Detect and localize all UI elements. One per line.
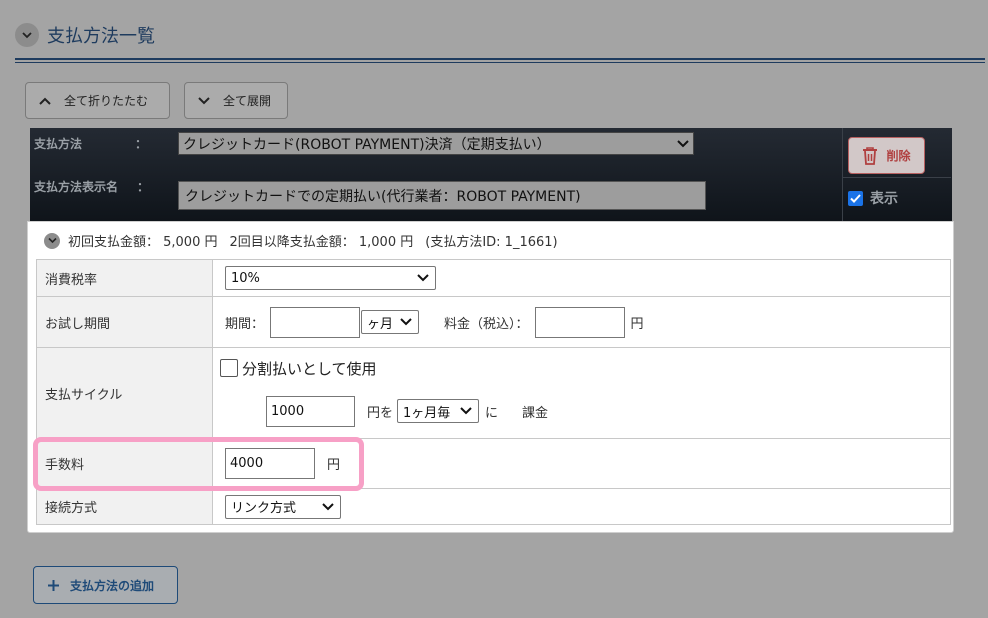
trash-icon bbox=[863, 146, 878, 165]
fee-input[interactable]: 4000 bbox=[225, 448, 315, 479]
fee-label: 手数料 bbox=[36, 438, 213, 489]
cycle-cell: 分割払いとして使用 1000 円を 1ヶ月毎 に 課金 bbox=[212, 347, 951, 439]
tax-label: 消費税率 bbox=[36, 259, 213, 297]
table-row: 消費税率 10% bbox=[36, 259, 951, 297]
expand-all-button[interactable]: 全て展開 bbox=[184, 82, 288, 119]
trial-period-input[interactable] bbox=[270, 306, 361, 338]
payment-method-detail: 初回支払金額： 5,000 円 2回目以降支払金額： 1,000 円 (支払方法… bbox=[27, 221, 954, 533]
payment-method-select-value: クレジットカード(ROBOT PAYMENT)決済（定期支払い） bbox=[183, 136, 551, 153]
divider bbox=[843, 177, 951, 178]
cycle-interval-select[interactable]: 1ヶ月毎 bbox=[397, 399, 480, 423]
collapse-all-button[interactable]: 全て折りたたむ bbox=[25, 82, 170, 119]
chevron-down-icon bbox=[417, 274, 429, 282]
trial-unit-value: ヶ月 bbox=[367, 316, 394, 332]
cycle-label: 支払サイクル bbox=[36, 347, 213, 439]
connection-cell: リンク方式 bbox=[212, 488, 951, 525]
cycle-ni-label: に bbox=[485, 405, 499, 421]
cycle-yen-label: 円を bbox=[367, 405, 394, 421]
table-row: お試し期間 期間： ヶ月 料金（税込）： 円 bbox=[36, 296, 951, 348]
trial-yen-label: 円 bbox=[630, 316, 644, 332]
divider bbox=[15, 62, 985, 63]
tax-cell: 10% bbox=[212, 259, 951, 297]
chevron-down-icon bbox=[677, 139, 689, 147]
summary-line: 初回支払金額： 5,000 円 2回目以降支払金額： 1,000 円 (支払方法… bbox=[44, 231, 558, 250]
collapse-detail-button[interactable] bbox=[44, 232, 60, 249]
table-row: 接続方式 リンク方式 bbox=[36, 488, 951, 525]
cycle-amount-value: 1000 bbox=[271, 403, 305, 419]
fee-cell: 4000 円 bbox=[212, 438, 951, 489]
installment-label: 分割払いとして使用 bbox=[242, 359, 377, 378]
show-checkbox[interactable]: 表示 bbox=[848, 188, 898, 208]
trial-label: お試し期間 bbox=[36, 296, 213, 348]
expand-all-label: 全て展開 bbox=[223, 94, 272, 108]
trial-unit-select[interactable]: ヶ月 bbox=[361, 310, 420, 334]
method-label: 支払方法 bbox=[34, 137, 83, 151]
checkbox-checked-icon bbox=[848, 190, 863, 206]
display-name-input[interactable]: クレジットカードでの定期払い(代行業者：ROBOT PAYMENT) bbox=[178, 181, 706, 210]
show-label: 表示 bbox=[870, 191, 898, 207]
trial-fee-input[interactable] bbox=[534, 306, 625, 338]
table-row: 手数料 4000 円 bbox=[36, 438, 951, 489]
second-amount: 2回目以降支払金額： 1,000 円 bbox=[229, 235, 414, 250]
table-row: 支払サイクル 分割払いとして使用 1000 円を 1ヶ月毎 に 課金 bbox=[36, 347, 951, 439]
delete-button[interactable]: 削除 bbox=[848, 137, 925, 174]
chevron-up-icon bbox=[39, 97, 51, 105]
delete-label: 削除 bbox=[886, 149, 911, 163]
chevron-down-icon bbox=[198, 96, 210, 104]
chevron-down-icon bbox=[460, 407, 472, 415]
cycle-interval-value: 1ヶ月毎 bbox=[403, 405, 451, 421]
display-name-colon: ： bbox=[137, 180, 150, 194]
payment-method-select[interactable]: クレジットカード(ROBOT PAYMENT)決済（定期支払い） bbox=[178, 132, 694, 155]
installment-checkbox[interactable] bbox=[220, 359, 238, 377]
method-colon: ： bbox=[135, 137, 148, 151]
chevron-down-icon bbox=[322, 502, 334, 510]
section-title: 支払方法一覧 bbox=[47, 26, 155, 47]
collapse-all-label: 全て折りたたむ bbox=[64, 94, 149, 108]
cycle-charge-label: 課金 bbox=[522, 405, 549, 421]
connection-label: 接続方式 bbox=[36, 488, 213, 525]
trial-fee-label: 料金（税込）： bbox=[444, 316, 529, 332]
section-header: 支払方法一覧 bbox=[15, 22, 155, 48]
chevron-down-icon bbox=[400, 318, 412, 326]
connection-select[interactable]: リンク方式 bbox=[225, 494, 341, 519]
tax-select[interactable]: 10% bbox=[225, 266, 436, 290]
first-amount: 初回支払金額： 5,000 円 bbox=[68, 235, 218, 250]
divider bbox=[842, 128, 843, 221]
plus-icon bbox=[48, 579, 59, 591]
divider bbox=[15, 58, 985, 60]
tax-select-value: 10% bbox=[231, 270, 260, 286]
cycle-amount-input[interactable]: 1000 bbox=[266, 395, 355, 427]
collapse-section-button[interactable] bbox=[15, 23, 39, 47]
display-name-label: 支払方法表示名 bbox=[34, 180, 119, 194]
chevron-down-icon bbox=[47, 237, 57, 244]
trial-cell: 期間： ヶ月 料金（税込）： 円 bbox=[212, 296, 951, 348]
trial-period-label: 期間： bbox=[225, 316, 265, 332]
fee-yen-label: 円 bbox=[327, 458, 341, 473]
add-payment-method-label: 支払方法の追加 bbox=[70, 578, 155, 593]
chevron-down-icon bbox=[22, 32, 32, 39]
payment-method-header: 支払方法 ： クレジットカード(ROBOT PAYMENT)決済（定期支払い） … bbox=[30, 128, 952, 221]
add-payment-method-button[interactable]: 支払方法の追加 bbox=[33, 566, 178, 604]
fee-input-value: 4000 bbox=[230, 456, 264, 471]
method-id: (支払方法ID: 1_1661) bbox=[425, 235, 558, 250]
connection-select-value: リンク方式 bbox=[231, 501, 297, 516]
settings-table: 消費税率 10% お試し期間 期間： ヶ月 料金（税込）： 円 支払サイクル 分… bbox=[36, 259, 951, 525]
display-name-input-value: クレジットカードでの定期払い(代行業者：ROBOT PAYMENT) bbox=[185, 188, 581, 205]
